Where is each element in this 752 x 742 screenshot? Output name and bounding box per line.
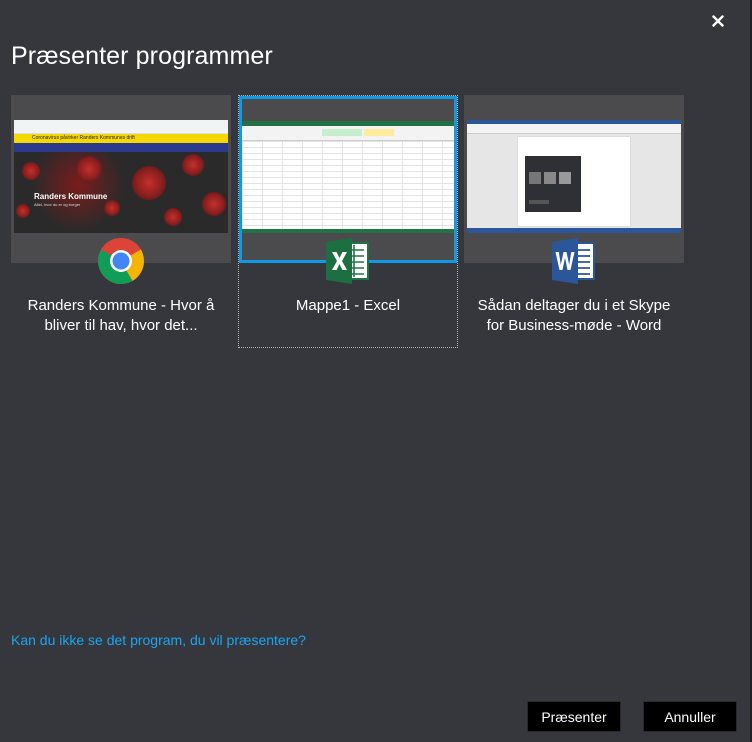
thumbnail-banner: Coronavirus påvirker Randers Kommunes dr… [14, 134, 228, 143]
close-icon [712, 15, 724, 27]
excel-icon [326, 238, 369, 284]
chrome-icon [98, 238, 144, 284]
window-thumbnail: Coronavirus påvirker Randers Kommunes dr… [14, 120, 228, 233]
cancel-button[interactable]: Annuller [643, 701, 737, 732]
word-icon [552, 238, 595, 284]
thumbnail-page-subtitle: Altid, hvor du er og borger [34, 202, 81, 207]
window-thumbnail [242, 121, 454, 233]
app-card-excel[interactable]: Mappe1 - Excel [238, 95, 458, 348]
app-card-label: Sådan deltager du i et Skype for Busines… [477, 297, 671, 334]
dialog-title: Præsenter programmer [11, 42, 273, 70]
app-card-label: Randers Kommune - Hvor å bliver til hav,… [27, 297, 215, 334]
window-thumbnail [467, 120, 681, 233]
present-button[interactable]: Præsenter [527, 701, 621, 732]
thumbnail-page-title: Randers Kommune [34, 192, 108, 201]
close-button[interactable] [709, 12, 727, 30]
thumbnail-banner-text: Coronavirus påvirker Randers Kommunes dr… [32, 135, 135, 141]
app-card-chrome[interactable]: Coronavirus påvirker Randers Kommunes dr… [11, 95, 231, 348]
app-card-label: Mappe1 - Excel [295, 297, 401, 314]
app-card-word[interactable]: Sådan deltager du i et Skype for Busines… [464, 95, 684, 348]
cant-find-program-link[interactable]: Kan du ikke se det program, du vil præse… [11, 632, 306, 648]
